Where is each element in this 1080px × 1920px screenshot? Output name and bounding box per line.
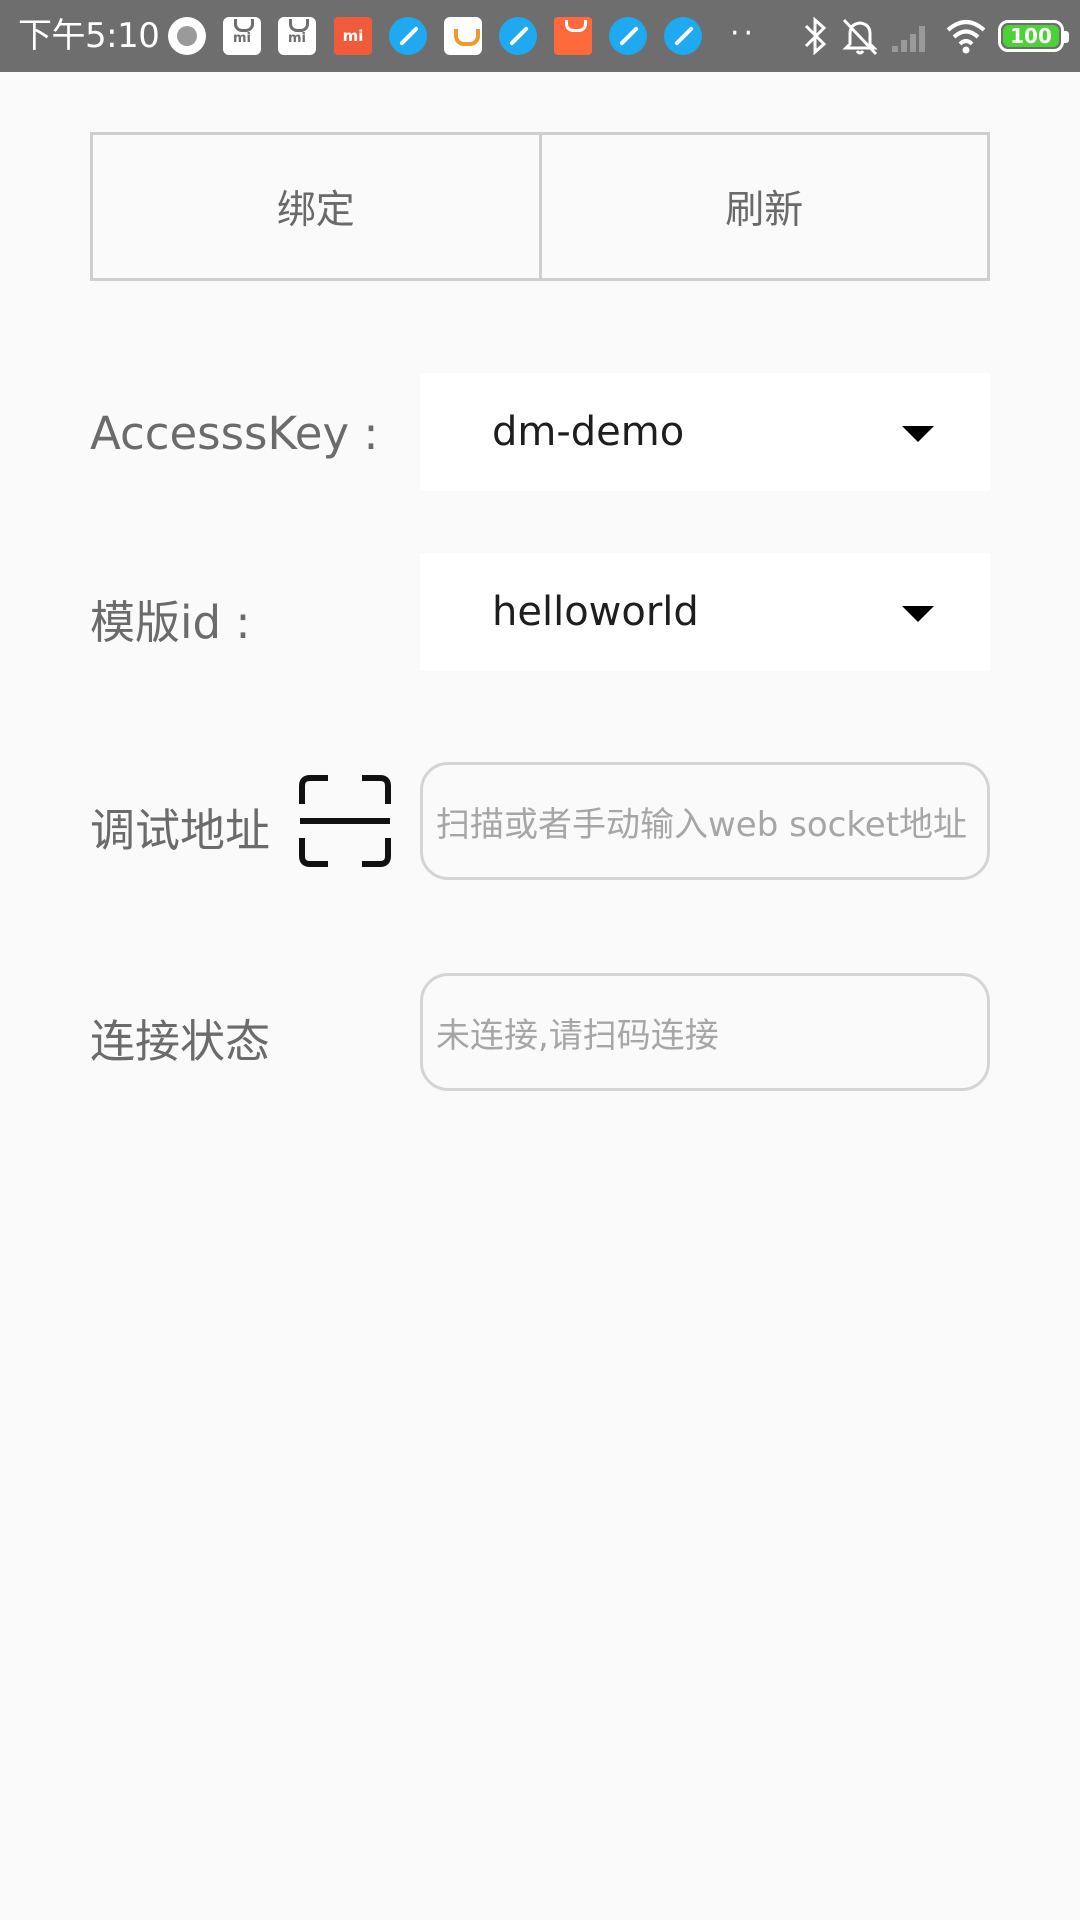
action-button-group: 绑定 刷新 [90, 132, 990, 281]
battery-icon: 100 [998, 20, 1069, 52]
template-id-label: 模版id : [90, 596, 251, 649]
debug-address-input[interactable]: 扫描或者手动输入web socket地址 [420, 762, 990, 880]
status-bar: 下午5:10 ·· 100 [0, 0, 1080, 72]
shop-icon [554, 17, 592, 55]
mi-store-icon [278, 17, 316, 55]
bind-button[interactable]: 绑定 [93, 135, 539, 278]
dropdown-arrow-icon [902, 426, 934, 442]
template-id-value: helloworld [492, 589, 699, 635]
dropdown-arrow-icon [902, 606, 934, 622]
circle-app-icon [168, 17, 206, 55]
connection-status-label: 连接状态 [90, 1015, 271, 1068]
wifi-icon [946, 20, 986, 54]
blue-browser-icon [664, 17, 702, 55]
connection-status-field[interactable]: 未连接,请扫码连接 [420, 973, 990, 1091]
blue-browser-icon [389, 17, 427, 55]
access-key-label: AccesssKey : [90, 407, 379, 460]
access-key-dropdown[interactable]: dm-demo [420, 373, 990, 491]
debug-address-label: 调试地址 [90, 804, 271, 857]
template-id-dropdown[interactable]: helloworld [420, 553, 990, 671]
access-key-value: dm-demo [492, 409, 685, 455]
scan-icon[interactable] [298, 774, 392, 868]
didi-icon [444, 17, 482, 55]
mute-icon [842, 18, 878, 56]
mi-icon [334, 17, 372, 55]
battery-level: 100 [1003, 25, 1059, 47]
mi-store-icon [223, 17, 261, 55]
bluetooth-icon [804, 16, 827, 56]
blue-browser-icon [499, 17, 537, 55]
refresh-button[interactable]: 刷新 [538, 135, 987, 278]
status-time: 下午5:10 [18, 16, 160, 56]
signal-icon [892, 26, 925, 52]
blue-browser-icon [609, 17, 647, 55]
more-notifications-indicator: ·· [730, 16, 758, 51]
